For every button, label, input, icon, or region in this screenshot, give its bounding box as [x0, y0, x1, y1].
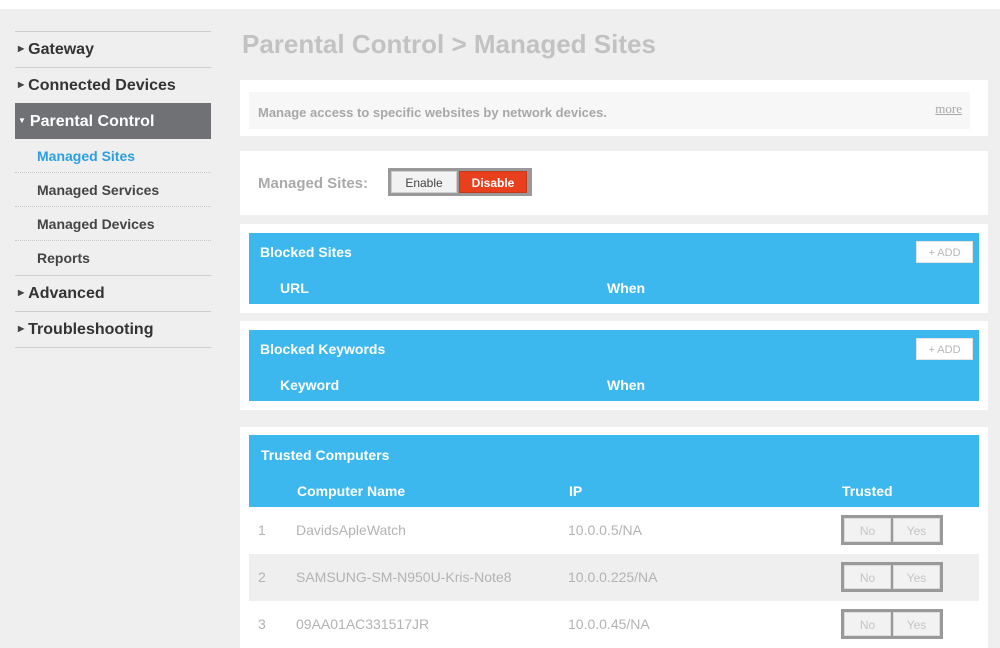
column-header-when: When	[607, 280, 646, 296]
trusted-yes-button[interactable]: Yes	[893, 612, 940, 636]
sub-item-managed-services[interactable]: Managed Services	[15, 173, 211, 207]
sidebar: ▶ Gateway ▶ Connected Devices ▼ Parental Co…	[15, 31, 211, 348]
sub-item-managed-devices[interactable]: Managed Devices	[15, 207, 211, 241]
row-number: 3	[258, 616, 266, 632]
enable-button[interactable]: Enable	[391, 171, 457, 193]
computer-ip: 10.0.0.45/NA	[568, 616, 650, 632]
blocked-sites-header: Blocked Sites + ADD URL When	[249, 233, 979, 304]
triangle-right-icon: ▶	[18, 288, 25, 297]
trusted-toggle: No Yes	[841, 609, 943, 639]
nav-label: Connected Devices	[28, 77, 176, 95]
description-panel: Manage access to specific websites by ne…	[240, 80, 988, 136]
column-header-url: URL	[280, 280, 309, 296]
trusted-no-button[interactable]: No	[844, 565, 891, 589]
blocked-sites-panel: Blocked Sites + ADD URL When	[240, 224, 988, 313]
nav-label: Gateway	[28, 41, 94, 59]
managed-sites-toggle: Enable Disable	[388, 168, 532, 196]
description-text: Manage access to specific websites by ne…	[258, 105, 607, 120]
trusted-computers-title: Trusted Computers	[261, 447, 390, 463]
trusted-computers-header: Trusted Computers Computer Name IP Trust…	[249, 435, 979, 507]
nav-item-troubleshooting[interactable]: ▶ Troubleshooting	[15, 311, 211, 347]
table-row: 3 09AA01AC331517JR 10.0.0.45/NA No Yes	[249, 601, 979, 648]
triangle-right-icon: ▶	[18, 80, 25, 89]
trusted-yes-button[interactable]: Yes	[893, 518, 940, 542]
triangle-right-icon: ▶	[18, 324, 25, 333]
column-header-when: When	[607, 377, 646, 393]
disable-button[interactable]: Disable	[459, 171, 527, 193]
add-blocked-site-button[interactable]: + ADD	[916, 241, 973, 263]
computer-ip: 10.0.0.5/NA	[568, 522, 642, 538]
column-header-trusted: Trusted	[842, 483, 893, 499]
nav-label: Troubleshooting	[28, 321, 154, 339]
nav-item-parental-control[interactable]: ▼ Parental Control	[15, 103, 211, 139]
nav-item-advanced[interactable]: ▶ Advanced	[15, 275, 211, 311]
blocked-keywords-title: Blocked Keywords	[260, 341, 386, 357]
managed-sites-panel: Managed Sites: Enable Disable	[240, 151, 988, 215]
sub-item-reports[interactable]: Reports	[15, 241, 211, 275]
trusted-computers-panel: Trusted Computers Computer Name IP Trust…	[240, 427, 988, 648]
column-header-computer-name: Computer Name	[297, 483, 406, 499]
column-header-keyword: Keyword	[280, 377, 340, 393]
trusted-toggle: No Yes	[841, 562, 943, 592]
trusted-no-button[interactable]: No	[844, 612, 891, 636]
triangle-right-icon: ▶	[18, 44, 25, 53]
column-header-ip: IP	[569, 483, 583, 499]
more-link[interactable]: more	[935, 101, 962, 117]
table-row: 1 DavidsApleWatch 10.0.0.5/NA No Yes	[249, 507, 979, 554]
row-number: 1	[258, 522, 266, 538]
triangle-down-icon: ▼	[18, 116, 26, 125]
description-box: Manage access to specific websites by ne…	[249, 92, 970, 129]
table-row: 2 SAMSUNG-SM-N950U-Kris-Note8 10.0.0.225…	[249, 554, 979, 601]
nav-label: Advanced	[28, 285, 105, 303]
nav-item-connected-devices[interactable]: ▶ Connected Devices	[15, 67, 211, 103]
nav-item-gateway[interactable]: ▶ Gateway	[15, 31, 211, 67]
top-strip	[0, 0, 1000, 9]
blocked-sites-title: Blocked Sites	[260, 244, 352, 260]
managed-sites-label: Managed Sites:	[258, 175, 369, 192]
trusted-toggle: No Yes	[841, 515, 943, 545]
page-title: Parental Control > Managed Sites	[242, 29, 656, 59]
computer-name: SAMSUNG-SM-N950U-Kris-Note8	[296, 569, 512, 585]
nav-label: Parental Control	[29, 113, 155, 131]
computer-name: DavidsApleWatch	[296, 522, 406, 538]
row-number: 2	[258, 569, 266, 585]
computer-name: 09AA01AC331517JR	[296, 616, 430, 632]
trusted-no-button[interactable]: No	[844, 518, 891, 542]
trusted-yes-button[interactable]: Yes	[893, 565, 940, 589]
blocked-keywords-panel: Blocked Keywords + ADD Keyword When	[240, 321, 988, 410]
sub-item-managed-sites[interactable]: Managed Sites	[15, 139, 211, 173]
blocked-keywords-header: Blocked Keywords + ADD Keyword When	[249, 330, 979, 401]
add-blocked-keyword-button[interactable]: + ADD	[916, 338, 973, 360]
computer-ip: 10.0.0.225/NA	[568, 569, 658, 585]
